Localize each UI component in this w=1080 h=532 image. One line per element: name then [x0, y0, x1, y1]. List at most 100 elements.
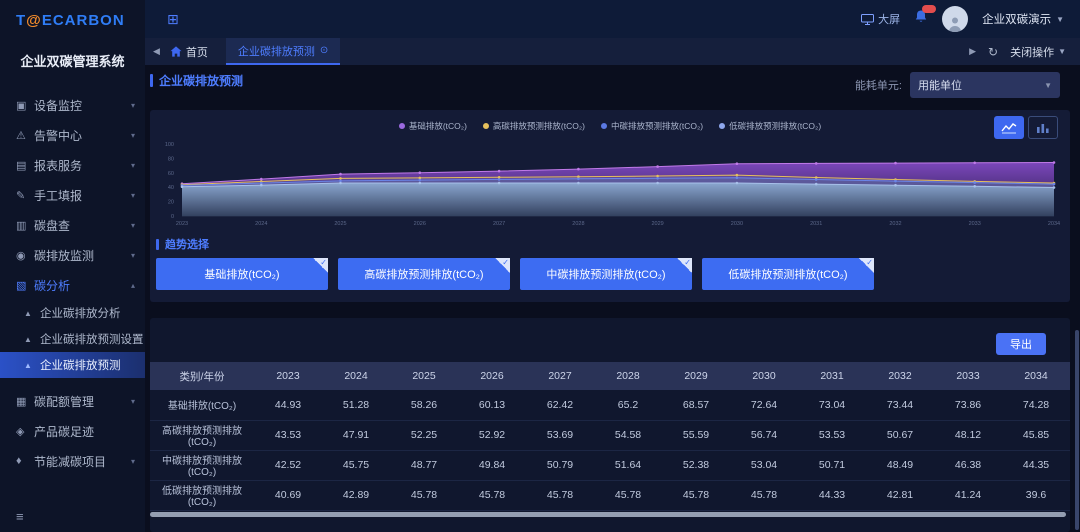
- trend-toggle-button[interactable]: 高碳排放预测排放(tCO₂)✓: [338, 258, 510, 290]
- sidebar-item[interactable]: ▧碳分析▴: [0, 270, 145, 300]
- svg-text:2029: 2029: [651, 221, 663, 227]
- cell-value: 43.53: [254, 420, 322, 450]
- sidebar-item[interactable]: ▣设备监控▾: [0, 90, 145, 120]
- unit-select-label: 能耗单元:: [855, 77, 902, 93]
- sidebar-subitem[interactable]: ▲企业碳排放分析: [0, 300, 145, 326]
- report-icon: ▤: [16, 159, 34, 172]
- checkmark-icon: ✓: [859, 258, 874, 273]
- trend-toggle-button[interactable]: 低碳排放预测排放(tCO₂)✓: [702, 258, 874, 290]
- avatar[interactable]: [942, 6, 968, 32]
- sidebar-collapse-icon[interactable]: ≡: [16, 509, 24, 524]
- svg-text:20: 20: [168, 200, 174, 206]
- cell-value: 52.38: [662, 450, 730, 480]
- sidebar-item-label: 碳分析: [34, 277, 131, 294]
- sidebar-item[interactable]: ▥碳盘查▾: [0, 210, 145, 240]
- cell-value: 42.81: [866, 480, 934, 510]
- cell-value: 53.53: [798, 420, 866, 450]
- checkmark-icon: ✓: [677, 258, 692, 273]
- tab-active[interactable]: 企业碳排放预测 ⊙: [226, 38, 340, 65]
- top-header: ⊞ 大屏 企业双碳演示 ▼: [145, 0, 1080, 38]
- area-chart[interactable]: 0204060801002023202420252026202720282029…: [156, 138, 1064, 242]
- table-row: 基础排放(tCO₂)44.9351.2858.2660.1362.4265.26…: [150, 390, 1070, 420]
- legend-item[interactable]: 低碳排放预测排放(tCO₂): [719, 120, 821, 132]
- trend-toggle-button[interactable]: 基础排放(tCO₂)✓: [156, 258, 328, 290]
- footprint-icon: ◈: [16, 425, 34, 438]
- cell-value: 44.93: [254, 390, 322, 420]
- legend-item[interactable]: 基础排放(tCO₂): [399, 120, 467, 132]
- sidebar-item[interactable]: ◉碳排放监测▾: [0, 240, 145, 270]
- line-chart-icon: [1001, 122, 1017, 134]
- column-header-year: 2028: [594, 362, 662, 390]
- sidebar-item[interactable]: ✎手工填报▾: [0, 180, 145, 210]
- sidebar-item-label: 告警中心: [34, 127, 131, 144]
- notifications-button[interactable]: [914, 9, 928, 29]
- svg-text:2023: 2023: [176, 221, 188, 227]
- column-header-year: 2032: [866, 362, 934, 390]
- tabs-back-arrow[interactable]: ◀: [153, 46, 160, 57]
- legend-label: 高碳排放预测排放(tCO₂): [493, 120, 585, 132]
- row-label: 低碳排放预测排放(tCO₂): [150, 480, 254, 510]
- account-label: 企业双碳演示: [982, 11, 1051, 27]
- refresh-icon[interactable]: ↻: [988, 45, 998, 59]
- legend-item[interactable]: 高碳排放预测排放(tCO₂): [483, 120, 585, 132]
- sidebar-subitem[interactable]: ▲企业碳排放预测设置: [0, 326, 145, 352]
- cell-value: 45.78: [594, 480, 662, 510]
- user-icon: [946, 14, 964, 32]
- home-tab-label: 首页: [186, 44, 208, 60]
- legend-label: 基础排放(tCO₂): [409, 120, 467, 132]
- vertical-scrollbar[interactable]: [1075, 330, 1079, 530]
- sidebar-subitem[interactable]: ▲企业碳排放预测: [0, 352, 145, 378]
- column-header-year: 2029: [662, 362, 730, 390]
- export-button[interactable]: 导出: [996, 333, 1046, 355]
- tabs-forward-arrow[interactable]: ▶: [969, 46, 976, 57]
- sidebar: T@ECARBON 企业双碳管理系统 ▣设备监控▾⚠告警中心▾▤报表服务▾✎手工…: [0, 0, 145, 532]
- legend-dot-icon: [601, 123, 607, 129]
- sidebar-menu: ▣设备监控▾⚠告警中心▾▤报表服务▾✎手工填报▾▥碳盘查▾◉碳排放监测▾▧碳分析…: [0, 90, 145, 476]
- tab-home[interactable]: 首页: [170, 44, 208, 60]
- cell-value: 39.6: [1002, 480, 1070, 510]
- sidebar-item[interactable]: ♦节能减碳项目▾: [0, 446, 145, 476]
- sidebar-subitem-label: 企业碳排放预测设置: [40, 331, 144, 347]
- horizontal-scrollbar[interactable]: [150, 512, 1066, 517]
- collapse-menu-icon[interactable]: ⊞: [167, 11, 179, 28]
- account-menu[interactable]: 企业双碳演示 ▼: [982, 11, 1064, 27]
- column-header-year: 2030: [730, 362, 798, 390]
- close-operations-menu[interactable]: 关闭操作 ▼: [1010, 44, 1066, 60]
- screen-icon: [861, 14, 874, 25]
- tab-close-icon[interactable]: ⊙: [320, 45, 328, 56]
- table-row: 低碳排放预测排放(tCO₂)40.6942.8945.7845.7845.784…: [150, 480, 1070, 510]
- row-label: 高碳排放预测排放(tCO₂): [150, 420, 254, 450]
- legend-label: 中碳排放预测排放(tCO₂): [611, 120, 703, 132]
- sidebar-item[interactable]: ◈产品碳足迹: [0, 416, 145, 446]
- cell-value: 50.67: [866, 420, 934, 450]
- sidebar-item[interactable]: ▦碳配额管理▾: [0, 386, 145, 416]
- triangle-icon: ▲: [24, 335, 40, 344]
- line-chart-toggle-button[interactable]: [994, 116, 1024, 139]
- table-row: 中碳排放预测排放(tCO₂)42.5245.7548.7749.8450.795…: [150, 450, 1070, 480]
- cell-value: 72.64: [730, 390, 798, 420]
- unit-select[interactable]: 用能单位 ▼: [910, 72, 1060, 98]
- chevron-down-icon: ▼: [1044, 81, 1052, 90]
- column-header-year: 2026: [458, 362, 526, 390]
- svg-text:2025: 2025: [334, 221, 346, 227]
- sidebar-subitem-label: 企业碳排放分析: [40, 305, 121, 321]
- cell-value: 47.91: [322, 420, 390, 450]
- cell-value: 48.77: [390, 450, 458, 480]
- column-header-year: 2024: [322, 362, 390, 390]
- cell-value: 42.52: [254, 450, 322, 480]
- sidebar-item[interactable]: ▤报表服务▾: [0, 150, 145, 180]
- chevron-down-icon: ▾: [131, 457, 135, 466]
- cell-value: 44.33: [798, 480, 866, 510]
- prediction-table: 类别/年份20232024202520262027202820292030203…: [150, 362, 1070, 511]
- system-name: 企业双碳管理系统: [0, 51, 145, 70]
- trend-button-label: 高碳排放预测排放(tCO₂): [364, 266, 483, 282]
- legend-item[interactable]: 中碳排放预测排放(tCO₂): [601, 120, 703, 132]
- cell-value: 73.44: [866, 390, 934, 420]
- bar-chart-toggle-button[interactable]: [1028, 116, 1058, 139]
- chevron-down-icon: ▼: [1058, 47, 1066, 56]
- big-screen-button[interactable]: 大屏: [861, 11, 900, 27]
- cell-value: 45.78: [458, 480, 526, 510]
- sidebar-item[interactable]: ⚠告警中心▾: [0, 120, 145, 150]
- trend-toggle-button[interactable]: 中碳排放预测排放(tCO₂)✓: [520, 258, 692, 290]
- cell-value: 73.04: [798, 390, 866, 420]
